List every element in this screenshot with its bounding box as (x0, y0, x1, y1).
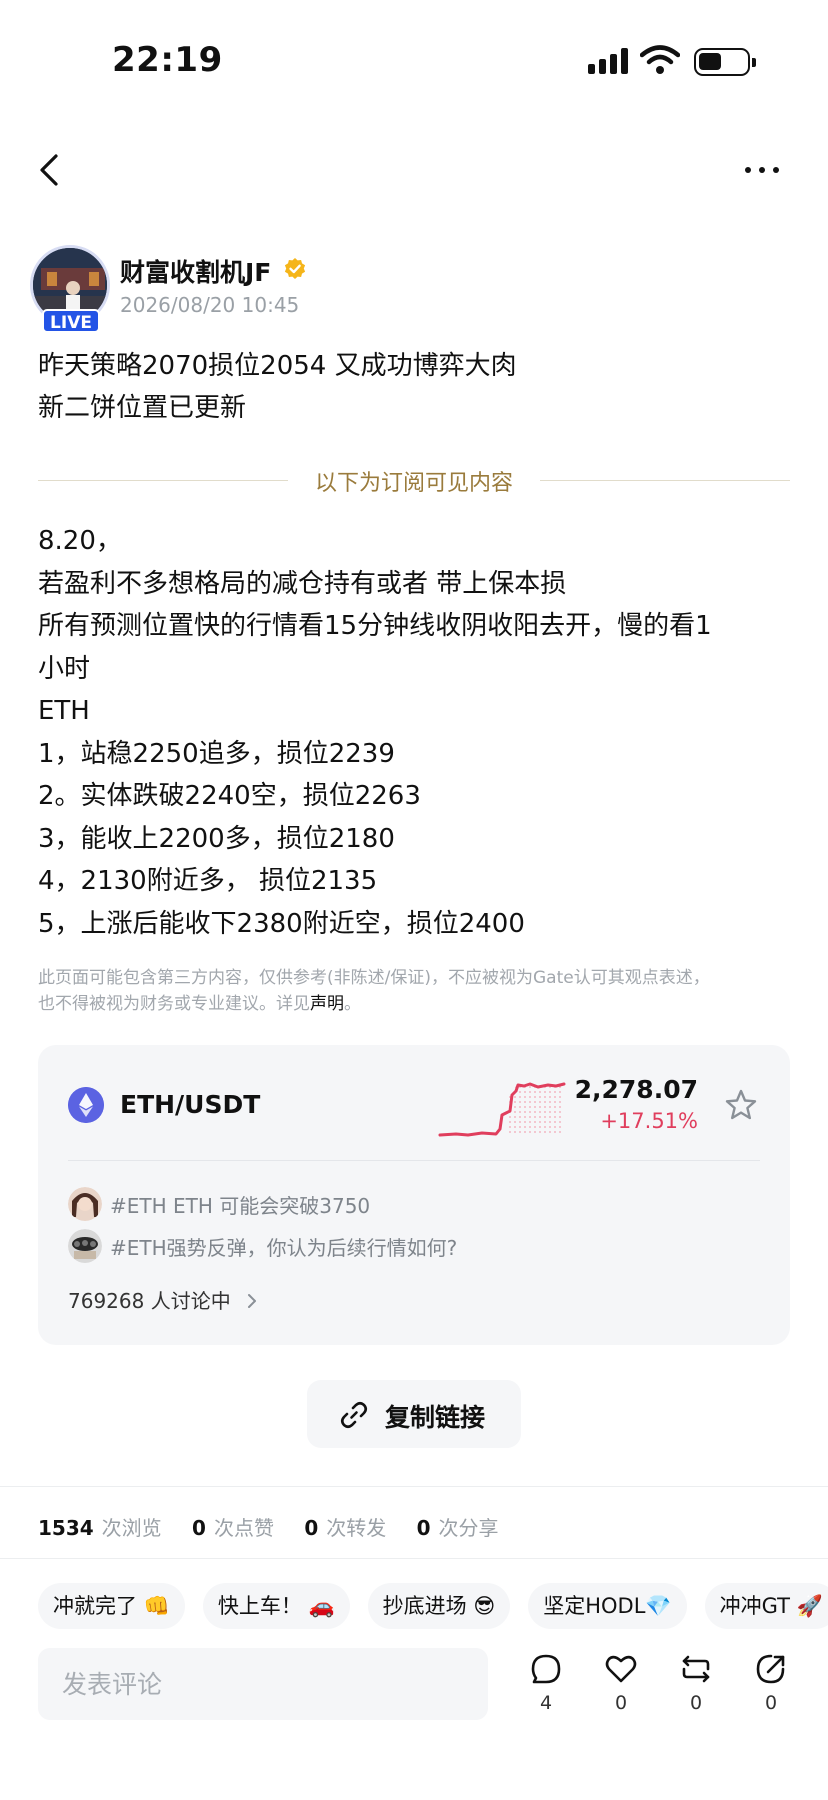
verified-badge-icon (284, 258, 306, 279)
quick-reply-row: 冲就完了 👊 快上车！ 🚗 抄底进场 😎 坚定HODL💎 冲冲GT 🚀 (38, 1583, 828, 1629)
card-divider (68, 1160, 760, 1161)
topic-text: #ETH强势反弹，你认为后续行情如何? (110, 1236, 458, 1260)
likes-unit: 次点赞 (213, 1516, 274, 1540)
share-count: 0 (764, 1692, 778, 1714)
cellular-signal-icon (588, 48, 628, 74)
chevron-right-icon (248, 1294, 257, 1308)
pair-label: ETH/USDT (120, 1090, 261, 1119)
topic-avatar (68, 1229, 102, 1263)
post-body: 8.20， 若盈利不多想格局的减仓持有或者 带上保本损 所有预测位置快的行情看1… (38, 520, 790, 945)
share-action[interactable]: 0 (751, 1652, 791, 1722)
like-action[interactable]: 0 (601, 1652, 641, 1722)
body-line: 2。实体跌破2240空，损位2263 (38, 781, 421, 811)
link-icon (340, 1401, 368, 1429)
post-stats: 1534 次浏览 0 次点赞 0 次转发 0 次分享 (38, 1512, 523, 1541)
author-name[interactable]: 财富收割机JF (120, 253, 271, 289)
more-options-icon[interactable] (745, 150, 789, 190)
live-badge: LIVE (42, 309, 100, 333)
comment-count: 4 (539, 1692, 553, 1714)
repost-action[interactable]: 0 (676, 1652, 716, 1722)
disclaimer-link[interactable]: 声明 (310, 994, 344, 1014)
topic-item[interactable]: #ETH强势反弹，你认为后续行情如何? (68, 1229, 760, 1263)
intro-line: 新二饼位置已更新 (38, 393, 247, 423)
body-line: 8.20， (38, 526, 122, 556)
author-header: LIVE 财富收割机JF 2026/08/20 10:45 (30, 245, 790, 335)
heart-icon (605, 1655, 637, 1683)
subscriber-divider-label: 以下为订阅可见内容 (314, 471, 513, 496)
body-line: ETH (38, 696, 90, 726)
section-divider (0, 1558, 828, 1559)
like-count: 0 (614, 1692, 628, 1714)
quick-reply-chip[interactable]: 冲就完了 👊 (38, 1583, 185, 1629)
disclaimer: 此页面可能包含第三方内容，仅供参考(非陈述/保证)，不应被视为Gate认可其观点… (38, 965, 790, 1017)
price-sparkline (438, 1082, 566, 1137)
likes-count: 0 (192, 1516, 206, 1540)
copy-link-label: 复制链接 (385, 1403, 486, 1432)
views-count: 1534 (38, 1516, 94, 1540)
share-icon (756, 1654, 785, 1684)
quick-reply-chip[interactable]: 坚定HODL💎 (528, 1583, 687, 1629)
views-unit: 次浏览 (101, 1516, 162, 1540)
quick-reply-chip[interactable]: 快上车！ 🚗 (202, 1583, 350, 1629)
favorite-star-icon[interactable] (723, 1087, 759, 1123)
body-line: 小时 (38, 653, 91, 684)
status-time: 22:19 (112, 40, 223, 80)
topic-text: #ETH ETH 可能会突破3750 (110, 1194, 371, 1218)
reposts-unit: 次转发 (326, 1516, 387, 1540)
body-line: 5，上涨后能收下2380附近空，损位2400 (38, 908, 525, 939)
status-bar: 22:19 (0, 0, 828, 120)
section-divider (0, 1486, 828, 1487)
quick-reply-chip[interactable]: 冲冲GT 🚀 (704, 1583, 828, 1629)
post-intro: 昨天策略2070损位2054 又成功博弈大肉 新二饼位置已更新 (38, 345, 517, 429)
wifi-icon (640, 45, 680, 74)
battery-icon (694, 48, 756, 76)
disclaimer-line: 也不得被视为财务或专业建议。详见 (38, 994, 310, 1014)
discussion-count[interactable]: 769268 人讨论中 (68, 1285, 259, 1314)
repost-count: 0 (689, 1692, 703, 1714)
pair-change: +17.51% (600, 1109, 698, 1133)
quick-reply-chip[interactable]: 抄底进场 😎 (367, 1583, 511, 1629)
back-arrow-icon[interactable] (34, 148, 64, 192)
pair-price: 2,278.07 (574, 1075, 698, 1104)
copy-link-button[interactable]: 复制链接 (307, 1380, 521, 1448)
intro-line: 昨天策略2070损位2054 又成功博弈大肉 (38, 351, 517, 381)
repost-icon (682, 1655, 710, 1683)
shares-count: 0 (416, 1516, 431, 1540)
comment-action[interactable]: 4 (526, 1652, 566, 1722)
disclaimer-line: 此页面可能包含第三方内容，仅供参考(非陈述/保证)，不应被视为Gate认可其观点… (38, 968, 710, 988)
body-line: 4，2130附近多， 损位2135 (38, 866, 378, 896)
disclaimer-suffix: 。 (344, 994, 361, 1014)
discussion-count-label: 769268 人讨论中 (68, 1289, 231, 1313)
post-date: 2026/08/20 10:45 (120, 293, 300, 317)
topic-avatar (68, 1187, 102, 1221)
comment-input[interactable] (38, 1648, 488, 1720)
reposts-count: 0 (304, 1516, 319, 1540)
comment-icon (531, 1654, 561, 1684)
body-line: 1，站稳2250追多，损位2239 (38, 738, 395, 769)
topic-item[interactable]: #ETH ETH 可能会突破3750 (68, 1187, 760, 1221)
body-line: 所有预测位置快的行情看15分钟线收阴收阳去开，慢的看1 (38, 611, 712, 641)
market-card[interactable]: ETH/USDT 2,278.07 +17.51% #ETH ETH 可能会突破… (38, 1045, 790, 1345)
body-line: 若盈利不多想格局的减仓持有或者 带上保本损 (38, 568, 567, 599)
shares-unit: 次分享 (438, 1516, 499, 1540)
body-line: 3，能收上2200多，损位2180 (38, 823, 395, 854)
eth-coin-icon (68, 1087, 104, 1123)
subscriber-divider: 以下为订阅可见内容 (38, 462, 790, 498)
